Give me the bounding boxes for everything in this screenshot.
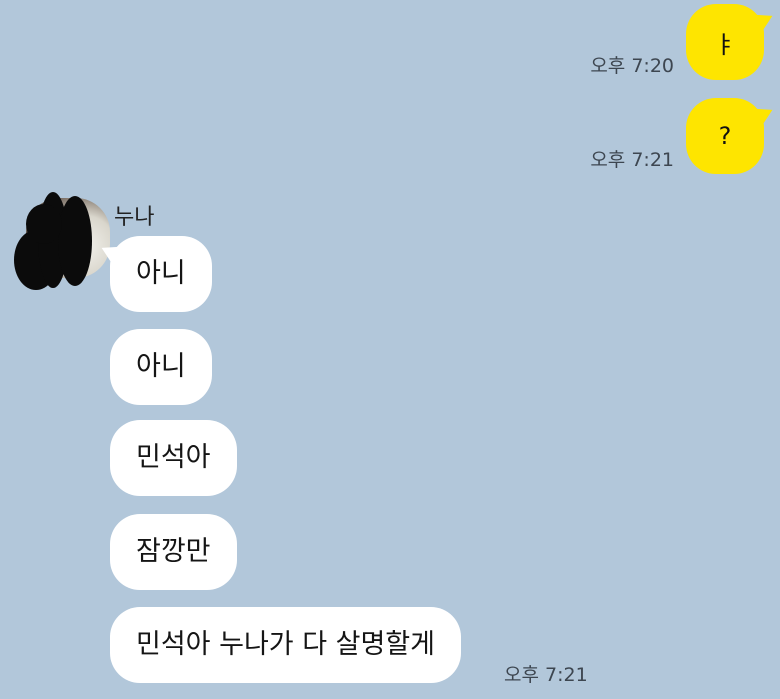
redaction-mark [26, 204, 62, 244]
incoming-message-bubble[interactable]: 아니 [110, 329, 212, 405]
sender-name: 누나 [114, 205, 155, 230]
incoming-message-bubble[interactable]: 잠깡만 [110, 514, 237, 590]
incoming-message-bubble[interactable]: 민석아 [110, 420, 237, 496]
outgoing-message-row: 오후 7:21 ? [590, 98, 764, 174]
incoming-message-bubble[interactable]: 민석아 누나가 다 살명할게 [110, 607, 461, 683]
outgoing-message-row: 오후 7:20 ㅑ [590, 4, 764, 80]
redaction-mark [58, 196, 92, 286]
sender-avatar[interactable] [14, 192, 110, 292]
outgoing-message-bubble[interactable]: ? [686, 98, 764, 174]
message-time: 오후 7:21 [504, 664, 588, 686]
incoming-message-bubble[interactable]: 아니 [110, 236, 212, 312]
message-time: 오후 7:20 [590, 55, 674, 77]
message-time: 오후 7:21 [590, 149, 674, 171]
chat-area: 오후 7:20 ㅑ 오후 7:21 ? 누나 아니 아니 민석아 잠깡만 민석아… [0, 0, 780, 699]
outgoing-message-bubble[interactable]: ㅑ [686, 4, 764, 80]
